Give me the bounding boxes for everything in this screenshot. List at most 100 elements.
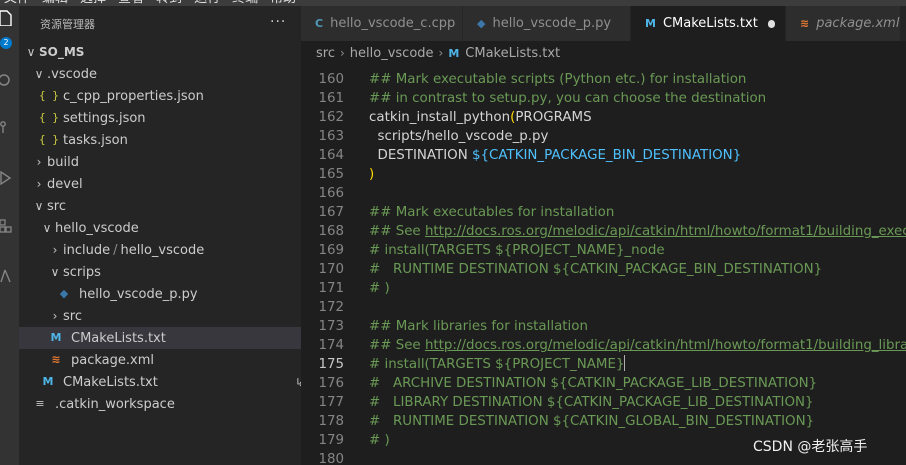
- chevron-right-icon: ›: [52, 309, 58, 323]
- folder-item[interactable]: › include / hello_vscode: [19, 239, 301, 261]
- code-line: 173 ## Mark libraries for installation: [301, 317, 906, 336]
- file-type-icon: M: [645, 17, 656, 30]
- line-number: 170: [318, 262, 344, 277]
- code-token: ${CATKIN_PACKAGE_BIN_DESTINATION}: [472, 148, 742, 163]
- line-number: 169: [318, 243, 344, 258]
- code-token: # ARCHIVE DESTINATION ${CATKIN_PACKAGE_L…: [369, 376, 818, 391]
- line-content: ): [369, 165, 374, 184]
- chevron-right-icon: ›: [36, 155, 42, 169]
- tree-item-label: hello_vscode: [120, 242, 205, 258]
- folder-item[interactable]: › devel: [19, 173, 301, 195]
- folder-item[interactable]: ∨ src: [19, 195, 301, 217]
- xml-icon: ≋: [51, 353, 61, 366]
- file-item[interactable]: { } settings.json: [19, 107, 301, 129]
- editor-tab[interactable]: ≋ package.xml: [786, 6, 901, 41]
- code-link[interactable]: http://docs.ros.org/melodic/api/catkin/h…: [425, 338, 906, 353]
- python-icon: ◆: [59, 287, 69, 300]
- text-cursor: [624, 355, 626, 371]
- code-token: # ): [369, 433, 390, 448]
- code-token: ## Mark executable scripts (Python etc.)…: [369, 72, 747, 87]
- run-debug-icon[interactable]: [0, 166, 19, 190]
- file-item[interactable]: M CMakeLists.txt: [19, 327, 301, 349]
- file-item[interactable]: ≋ package.xml: [19, 349, 301, 371]
- code-line: 176 # ARCHIVE DESTINATION ${CATKIN_PACKAG…: [301, 374, 906, 393]
- file-item[interactable]: M CMakeLists.txt ↳: [19, 371, 305, 393]
- line-content: ## in contrast to setup.py, you can choo…: [369, 89, 766, 108]
- file-icon: ≡: [35, 397, 45, 410]
- code-line: 178 # RUNTIME DESTINATION ${CATKIN_GLOBAL…: [301, 412, 906, 431]
- unsaved-dot-icon[interactable]: [767, 19, 775, 28]
- chevron-down-icon: ∨: [26, 45, 36, 59]
- cmake-icon: M: [42, 375, 54, 388]
- path-separator: /: [113, 242, 118, 258]
- folder-item[interactable]: › src: [19, 305, 301, 327]
- code-token: ## See: [369, 338, 425, 353]
- code-line: 165): [301, 165, 906, 184]
- code-line: 160 ## Mark executable scripts (Python et…: [301, 70, 906, 89]
- editor-tab[interactable]: M CMakeLists.txt: [631, 6, 786, 41]
- tree-item-label: CMakeLists.txt: [63, 374, 158, 390]
- tree-item-label: hello_vscode: [55, 220, 139, 236]
- chevron-down-icon: ∨: [42, 221, 52, 235]
- line-content: # RUNTIME DESTINATION ${CATKIN_PACKAGE_B…: [369, 260, 822, 279]
- code-token: scripts/hello_vscode_p.py: [369, 129, 549, 144]
- code-token: # LIBRARY DESTINATION ${CATKIN_PACKAGE_L…: [369, 395, 814, 410]
- line-number: 161: [318, 91, 344, 106]
- tree-item-label: tasks.json: [63, 132, 128, 148]
- chevron-down-icon: ∨: [34, 67, 44, 81]
- breadcrumb-item[interactable]: src: [316, 46, 335, 61]
- chevron-down-icon: ∨: [50, 265, 60, 279]
- extensions-icon[interactable]: [0, 214, 19, 238]
- code-line: 166: [301, 184, 906, 203]
- file-item[interactable]: { } c_cpp_properties.json: [19, 85, 301, 107]
- search-icon[interactable]: [0, 68, 19, 92]
- editor-tab[interactable]: Chello_vscode_c.cpp: [301, 6, 463, 41]
- workspace-root[interactable]: ∨ SO_MS: [19, 41, 301, 63]
- line-content: ## Mark libraries for installation: [369, 317, 588, 336]
- folder-item[interactable]: ∨ hello_vscode: [19, 217, 301, 239]
- code-line: 164 DESTINATION ${CATKIN_PACKAGE_BIN_DES…: [301, 146, 906, 165]
- breadcrumb-file[interactable]: CMakeLists.txt: [465, 46, 560, 61]
- code-token: # RUNTIME DESTINATION ${CATKIN_GLOBAL_BI…: [369, 414, 815, 429]
- folder-item[interactable]: › build: [19, 151, 301, 173]
- code-token: ## Mark executables for installation: [369, 205, 615, 220]
- source-control-icon[interactable]: [0, 116, 19, 140]
- line-number: 174: [318, 338, 344, 353]
- line-number: 173: [318, 319, 344, 334]
- code-line: 162 catkin_install_python(PROGRAMS: [301, 108, 906, 127]
- explorer-title: 资源管理器: [40, 18, 95, 31]
- line-content: ## Mark executable scripts (Python etc.)…: [369, 70, 746, 89]
- tree-item-label: src: [63, 308, 82, 324]
- tab-label: hello_vscode_c.cpp: [330, 16, 456, 31]
- code-line: 170 # RUNTIME DESTINATION ${CATKIN_PACKAG…: [301, 260, 906, 279]
- editor-tab[interactable]: ◆ hello_vscode_p.py: [463, 6, 631, 41]
- line-number: 163: [318, 129, 344, 144]
- code-line: 168 ## See http://docs.ros.org/melodic/ap…: [301, 222, 906, 241]
- code-line: 172: [301, 298, 906, 317]
- tab-label: package.xml: [816, 16, 900, 31]
- code-token: # ): [369, 281, 390, 296]
- file-item[interactable]: ◆ hello_vscode_p.py: [19, 283, 301, 305]
- file-item[interactable]: { } tasks.json: [19, 129, 301, 151]
- line-number: 180: [318, 452, 344, 465]
- folder-item[interactable]: ∨ .vscode: [19, 63, 301, 85]
- files-icon[interactable]: [0, 6, 19, 30]
- tree-item-label: settings.json: [63, 110, 146, 126]
- line-number: 160: [318, 72, 344, 87]
- explorer-header: 资源管理器 ···: [19, 12, 301, 38]
- line-number: 179: [318, 433, 344, 448]
- cmake-icon: M: [448, 46, 460, 60]
- line-number: 162: [318, 110, 344, 125]
- code-link[interactable]: http://docs.ros.org/melodic/api/catkin/h…: [425, 224, 906, 239]
- ros-icon[interactable]: [0, 264, 19, 288]
- more-actions-icon[interactable]: ···: [270, 14, 286, 30]
- file-item[interactable]: ≡ .catkin_workspace: [19, 393, 301, 415]
- line-content: catkin_install_python(PROGRAMS: [369, 108, 592, 127]
- line-number: 178: [318, 414, 344, 429]
- tree-item-label: hello_vscode_p.py: [79, 286, 198, 302]
- code-editor[interactable]: 160 ## Mark executable scripts (Python et…: [301, 65, 906, 465]
- line-number: 166: [318, 186, 344, 201]
- cmake-icon: M: [50, 331, 62, 344]
- folder-item[interactable]: ∨ scrips: [19, 261, 301, 283]
- breadcrumb-item[interactable]: hello_vscode: [350, 46, 434, 61]
